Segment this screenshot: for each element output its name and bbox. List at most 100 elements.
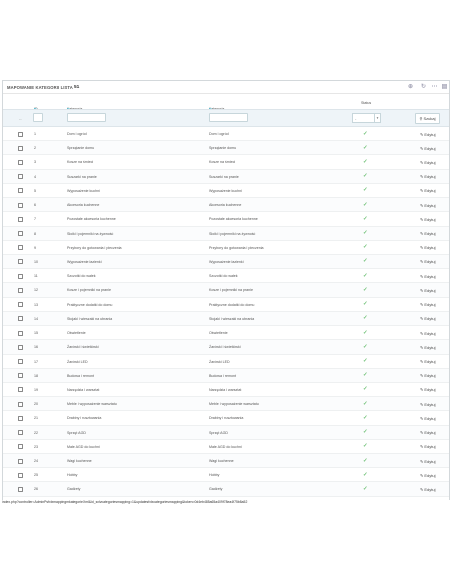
check-icon[interactable]: ✓ — [363, 486, 368, 492]
row-checkbox[interactable] — [18, 430, 23, 436]
check-icon[interactable]: ✓ — [363, 315, 368, 321]
edit-button[interactable]: ✎Edytuj — [420, 188, 435, 193]
table-row[interactable]: 9 Przybory do gotowania i pieczenia Przybo… — [3, 241, 449, 255]
row-checkbox[interactable] — [18, 344, 23, 350]
row-checkbox[interactable] — [18, 159, 23, 165]
table-row[interactable]: 2 Sprzątanie domu Sprzątanie domu ✓ ✎Edytuj — [3, 141, 449, 156]
table-row[interactable]: 24 Wagi kuchenne Wagi kuchenne ✓ ✎Edytuj — [3, 454, 449, 469]
row-checkbox[interactable] — [18, 245, 23, 251]
row-checkbox[interactable] — [18, 287, 23, 293]
edit-button[interactable]: ✎Edytuj — [420, 430, 435, 435]
status-filter-select[interactable]: - ▾ — [352, 113, 381, 123]
table-row[interactable]: 22 Sprzęt AGD Sprzęt AGD ✓ ✎Edytuj — [3, 425, 449, 440]
edit-button[interactable]: ✎Edytuj — [420, 487, 435, 492]
table-row[interactable]: 3 Kosze na śmieci Kosze na śmieci ✓ ✎Edytuj — [3, 155, 449, 170]
row-checkbox[interactable] — [18, 401, 23, 407]
edit-button[interactable]: ✎Edytuj — [420, 331, 435, 336]
edit-button[interactable]: ✎Edytuj — [420, 174, 435, 179]
row-checkbox[interactable] — [18, 444, 23, 450]
row-checkbox[interactable] — [18, 458, 23, 464]
row-checkbox[interactable] — [18, 188, 23, 194]
table-row[interactable]: 1 Dom i ogród Dom i ogród ✓ ✎Edytuj — [3, 127, 449, 142]
edit-button[interactable]: ✎Edytuj — [420, 160, 435, 165]
row-checkbox[interactable] — [18, 472, 23, 478]
refresh-icon[interactable]: ↻ — [420, 84, 427, 91]
check-icon[interactable]: ✓ — [363, 330, 368, 336]
check-icon[interactable]: ✓ — [363, 401, 368, 407]
table-row[interactable]: 8 Słoiki i pojemniki na żywność Słoiki i p… — [3, 226, 449, 241]
check-icon[interactable]: ✓ — [363, 458, 368, 464]
table-row[interactable]: 23 Małe AGD do kuchni Małe AGD do kuchni ✓ ✎… — [3, 440, 449, 455]
check-icon[interactable]: ✓ — [363, 173, 368, 179]
edit-button[interactable]: ✎Edytuj — [420, 274, 435, 279]
edit-button[interactable]: ✎Edytuj — [420, 387, 435, 392]
sql-manager-icon[interactable]: ⋯ — [431, 84, 438, 91]
row-checkbox[interactable] — [18, 387, 23, 393]
table-row[interactable]: 6 Akcesoria kuchenne Akcesoria kuchenne ✓ ✎E… — [3, 198, 449, 213]
table-row[interactable]: 12 Kosze i pojemniki na pranie Kosze i poj… — [3, 283, 449, 298]
table-row[interactable]: 13 Praktyczne dodatki do domu Praktyczne d… — [3, 298, 449, 312]
edit-button[interactable]: ✎Edytuj — [420, 373, 435, 378]
shop-category-filter-input[interactable] — [209, 113, 248, 122]
table-row[interactable]: 10 Wyposażenie łazienki Wyposażenie łazien… — [3, 254, 449, 270]
table-row[interactable]: 16 Żarówki i świetlówki Żarówki i świetlów… — [3, 340, 449, 355]
row-checkbox[interactable] — [18, 202, 23, 208]
add-icon[interactable]: ⊕ — [407, 84, 414, 91]
export-icon[interactable]: ▤ — [441, 84, 448, 91]
check-icon[interactable]: ✓ — [363, 443, 368, 449]
edit-button[interactable]: ✎Edytuj — [420, 288, 435, 293]
edit-button[interactable]: ✎Edytuj — [420, 416, 435, 421]
table-row[interactable]: 11 Szczotki do wałek Szczotki do wałek ✓ ✎Ed… — [3, 269, 449, 284]
edit-button[interactable]: ✎Edytuj — [420, 245, 435, 250]
edit-button[interactable]: ✎Edytuj — [420, 132, 435, 137]
check-icon[interactable]: ✓ — [363, 372, 368, 378]
check-icon[interactable]: ✓ — [363, 287, 368, 293]
edit-button[interactable]: ✎Edytuj — [420, 259, 435, 264]
check-icon[interactable]: ✓ — [363, 386, 368, 392]
row-checkbox[interactable] — [18, 259, 23, 265]
check-icon[interactable]: ✓ — [363, 301, 368, 307]
check-icon[interactable]: ✓ — [363, 258, 368, 264]
table-row[interactable]: 7 Pozostałe akcesoria kuchenne Pozostałe a… — [3, 212, 449, 227]
table-row[interactable]: 21 Drabiny i rusztowania Drabiny i rusztow… — [3, 411, 449, 426]
row-checkbox[interactable] — [18, 330, 23, 336]
table-row[interactable]: 15 Oświetlenie Oświetlenie ✓ ✎Edytuj — [3, 326, 449, 341]
edit-button[interactable]: ✎Edytuj — [420, 203, 435, 208]
check-icon[interactable]: ✓ — [363, 429, 368, 435]
edit-button[interactable]: ✎Edytuj — [420, 359, 435, 364]
check-icon[interactable]: ✓ — [363, 415, 368, 421]
table-row[interactable]: 17 Żarówki LED Żarówki LED ✓ ✎Edytuj — [3, 355, 449, 369]
table-row[interactable]: 18 Budowa i remont Budowa i remont ✓ ✎Edytuj — [3, 368, 449, 383]
row-checkbox[interactable] — [18, 316, 23, 322]
search-button[interactable]: ⚲ Szukaj — [415, 113, 440, 124]
check-icon[interactable]: ✓ — [363, 358, 368, 364]
row-checkbox[interactable] — [18, 415, 23, 421]
row-checkbox[interactable] — [18, 174, 23, 180]
check-icon[interactable]: ✓ — [363, 145, 368, 151]
check-icon[interactable]: ✓ — [363, 472, 368, 478]
edit-button[interactable]: ✎Edytuj — [420, 146, 435, 151]
row-checkbox[interactable] — [18, 373, 23, 379]
table-row[interactable]: 20 Meble i wyposażenie warsztatu Meble i w… — [3, 397, 449, 412]
table-row[interactable]: 26 Gadżety Gadżety ✓ ✎Edytuj — [3, 482, 449, 497]
table-row[interactable]: 25 Hobby Hobby ✓ ✎Edytuj — [3, 468, 449, 483]
id-filter-input[interactable] — [33, 113, 43, 122]
edit-button[interactable]: ✎Edytuj — [420, 402, 435, 407]
table-row[interactable]: 19 Narzędzia i warsztat Narzędzia i warszt… — [3, 383, 449, 398]
check-icon[interactable]: ✓ — [363, 202, 368, 208]
edit-button[interactable]: ✎Edytuj — [420, 302, 435, 307]
edit-button[interactable]: ✎Edytuj — [420, 316, 435, 321]
check-icon[interactable]: ✓ — [363, 273, 368, 279]
edit-button[interactable]: ✎Edytuj — [420, 217, 435, 222]
table-row[interactable]: 5 Wyposażenie kuchni Wyposażenie kuchni ✓ ✎E… — [3, 184, 449, 199]
row-checkbox[interactable] — [18, 145, 23, 151]
check-icon[interactable]: ✓ — [363, 344, 368, 350]
edit-button[interactable]: ✎Edytuj — [420, 459, 435, 464]
check-icon[interactable]: ✓ — [363, 187, 368, 193]
check-icon[interactable]: ✓ — [363, 230, 368, 236]
row-checkbox[interactable] — [18, 359, 23, 364]
check-icon[interactable]: ✓ — [363, 131, 368, 137]
edit-button[interactable]: ✎Edytuj — [420, 231, 435, 236]
check-icon[interactable]: ✓ — [363, 159, 368, 165]
edit-button[interactable]: ✎Edytuj — [420, 473, 435, 478]
